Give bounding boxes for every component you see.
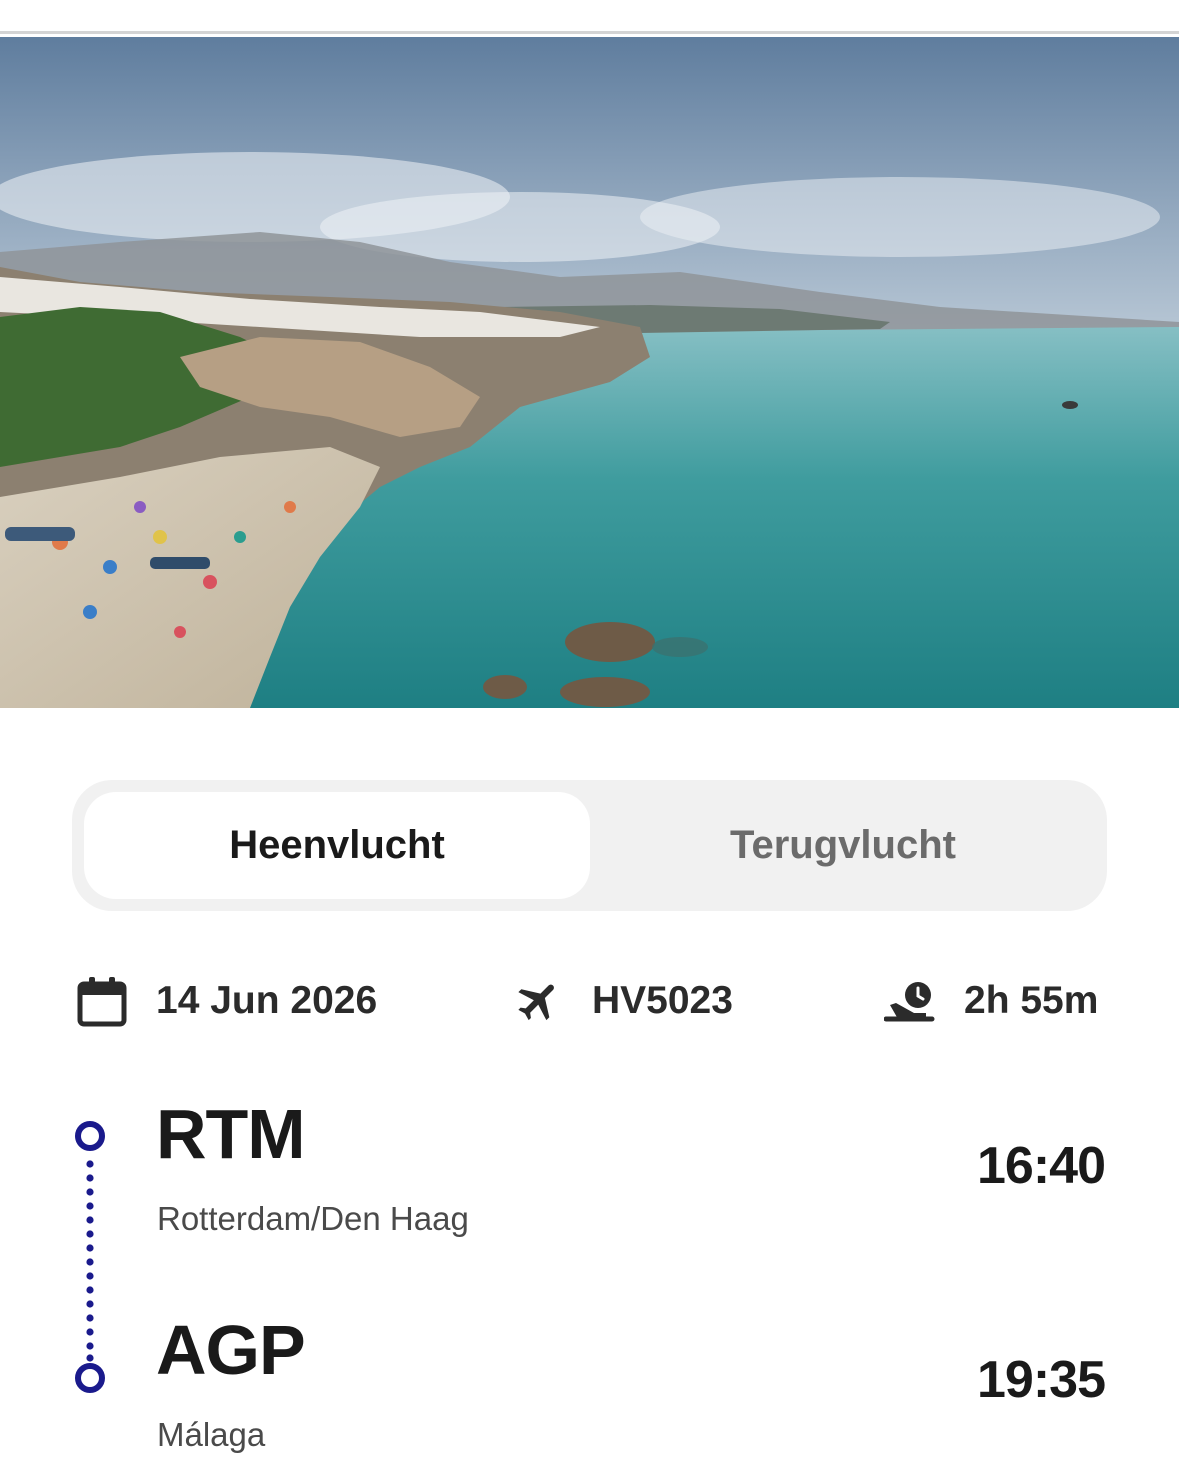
destination-city: Málaga [157, 1416, 266, 1453]
route-timeline [72, 1112, 112, 1402]
destination-dot-icon [75, 1363, 105, 1393]
dotted-route-line [86, 1160, 94, 1362]
top-bar [0, 0, 1179, 34]
flight-duration-icon [884, 979, 936, 1023]
airplane-icon [514, 976, 564, 1026]
flight-number: HV5023 [514, 970, 733, 1032]
tab-return-flight[interactable]: Terugvlucht [590, 792, 1096, 899]
flight-date: 14 Jun 2026 [76, 970, 377, 1032]
flight-date-text: 14 Jun 2026 [156, 979, 378, 1022]
origin-dot-icon [75, 1121, 105, 1151]
arrival-time: 19:35 [977, 1351, 1106, 1409]
departure-time: 16:40 [977, 1137, 1106, 1195]
flight-duration-text: 2h 55m [964, 979, 1099, 1022]
flight-number-text: HV5023 [592, 979, 733, 1022]
flight-details-page: Heenvlucht Terugvlucht 14 Jun 2026 HV502… [0, 0, 1179, 1478]
destination-photo [0, 37, 1179, 708]
calendar-icon [76, 975, 128, 1027]
destination-airport-code: AGP [156, 1311, 306, 1389]
flight-duration: 2h 55m [884, 970, 1098, 1032]
origin-airport-code: RTM [156, 1095, 306, 1173]
flight-direction-tabs: Heenvlucht Terugvlucht [72, 780, 1107, 911]
origin-city: Rotterdam/Den Haag [157, 1200, 469, 1237]
beach-illustration [0, 37, 1179, 708]
tab-outbound-flight[interactable]: Heenvlucht [84, 792, 590, 899]
